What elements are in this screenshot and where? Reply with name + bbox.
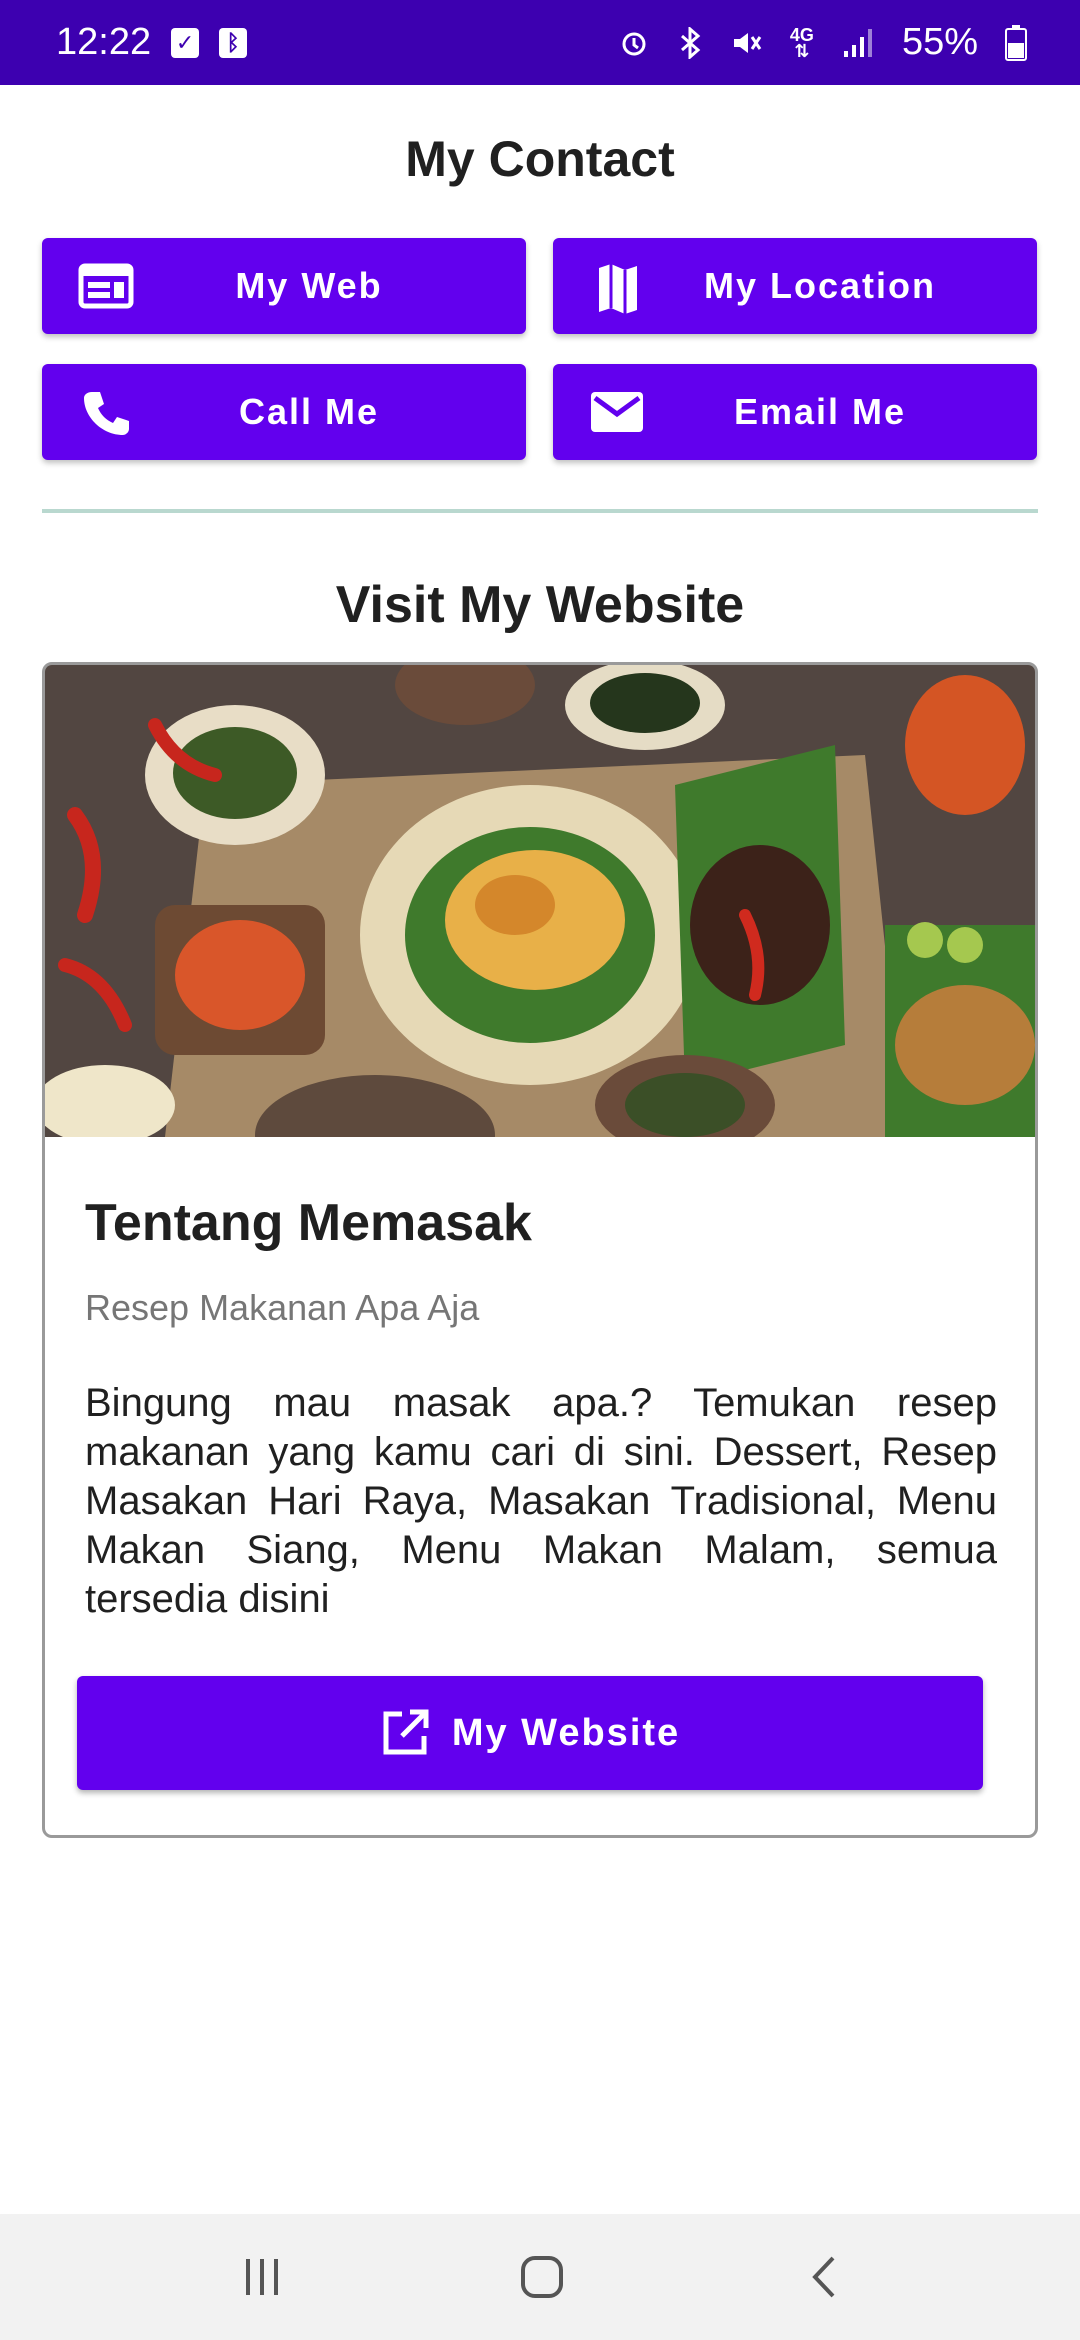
signal-icon xyxy=(840,25,876,61)
my-web-button[interactable]: My Web xyxy=(42,238,526,334)
map-icon xyxy=(589,262,645,314)
my-website-button[interactable]: My Website xyxy=(77,1676,983,1790)
my-website-label: My Website xyxy=(451,1711,681,1754)
website-card: Tentang Memasak Resep Makanan Apa Aja Bi… xyxy=(42,662,1038,1838)
email-me-button[interactable]: Email Me xyxy=(553,364,1037,460)
web-icon xyxy=(78,262,134,310)
my-location-button[interactable]: My Location xyxy=(553,238,1037,334)
bluetooth-icon: ᛒ xyxy=(219,27,248,58)
section-divider xyxy=(42,509,1038,513)
battery-percent: 55% xyxy=(901,21,978,63)
call-me-button[interactable]: Call Me xyxy=(42,364,526,460)
card-description: Bingung mau masak apa.? Temukan resep ma… xyxy=(85,1381,997,1621)
recent-apps-icon[interactable] xyxy=(222,2244,302,2310)
clock: 12:22 xyxy=(56,21,152,63)
contact-title: My Contact xyxy=(405,131,675,187)
card-title: Tentang Memasak xyxy=(85,1194,532,1252)
card-subtitle: Resep Makanan Apa Aja xyxy=(85,1287,480,1328)
alarm-icon xyxy=(616,25,652,61)
bluetooth-icon xyxy=(672,25,708,61)
food-photo xyxy=(45,665,1035,1195)
navigation-bar xyxy=(0,2214,1080,2340)
open-in-new-icon xyxy=(380,1708,430,1758)
email-icon xyxy=(589,388,645,436)
mute-icon xyxy=(728,25,764,61)
back-icon[interactable] xyxy=(784,2244,864,2310)
phone-icon xyxy=(78,388,134,436)
status-bar: 12:22 ✓ ᛒ 4G ⇅ 55% xyxy=(0,0,1080,85)
check-box-icon: ✓ xyxy=(171,27,200,58)
website-title: Visit My Website xyxy=(335,576,745,634)
network-type-icon: 4G ⇅ xyxy=(789,24,814,61)
home-icon[interactable] xyxy=(502,2244,582,2310)
battery-icon xyxy=(998,24,1034,61)
